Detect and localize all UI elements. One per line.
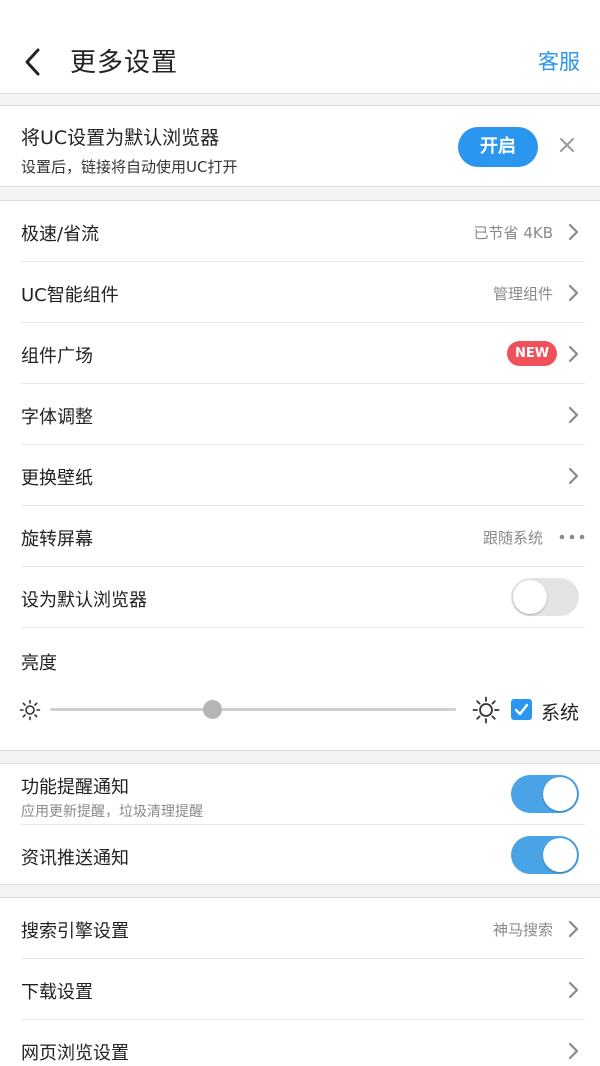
toggle-knob [543,838,577,872]
system-brightness-label: 系统 [541,702,580,724]
row-value: 管理组件 [492,285,553,303]
notif-row-feature: 功能提醒通知 应用更新提醒，垃圾清理提醒 [21,764,585,825]
settings-row-browsing[interactable]: 网页浏览设置 [21,1020,585,1066]
row-label: 字体调整 [21,407,93,428]
page-title: 更多设置 [70,48,179,78]
row-label: 功能提醒通知 [21,777,129,798]
row-value: 神马搜索 [492,921,553,939]
row-label: 组件广场 [21,346,93,367]
chevron-right-icon [568,1042,579,1060]
row-value: 已节省 4KB [473,224,553,242]
settings-row-search-engine[interactable]: 搜索引擎设置 神马搜索 [21,898,585,959]
row-label: 网页浏览设置 [21,1043,129,1064]
settings-row-wallpaper[interactable]: 更换壁纸 [21,445,585,506]
notifications-card: 功能提醒通知 应用更新提醒，垃圾清理提醒 资讯推送通知 [0,763,600,885]
chevron-right-icon [568,467,579,485]
row-label: 下载设置 [21,982,93,1003]
new-badge: NEW [507,341,557,366]
app-header: 更多设置 客服 [0,0,600,94]
settings-card: 极速/省流 已节省 4KB UC智能组件 管理组件 组件广场 NEW 字体调整 … [0,200,600,751]
close-icon[interactable] [556,134,578,156]
default-browser-toggle[interactable] [511,578,579,616]
brightness-high-icon [472,696,500,724]
more-settings-card: 搜索引擎设置 神马搜索 下载设置 网页浏览设置 [0,897,600,1066]
row-label: 资讯推送通知 [21,848,129,869]
brightness-label: 亮度 [21,653,57,674]
row-value: 跟随系统 [482,529,543,547]
settings-row-widgets[interactable]: UC智能组件 管理组件 [21,262,585,323]
chevron-right-icon [568,284,579,302]
banner-title: 将UC设置为默认浏览器 [21,127,220,149]
settings-row-default-browser: 设为默认浏览器 [21,567,585,628]
row-label: 旋转屏幕 [21,529,93,550]
settings-row-rotate[interactable]: 旋转屏幕 跟随系统 [21,506,585,567]
news-notification-toggle[interactable] [511,836,579,874]
system-brightness-checkbox[interactable] [511,699,532,720]
chevron-right-icon [568,920,579,938]
chevron-right-icon [568,406,579,424]
default-browser-banner: 将UC设置为默认浏览器 设置后，链接将自动使用UC打开 开启 [0,105,600,187]
chevron-right-icon [568,981,579,999]
brightness-low-icon [19,699,41,721]
row-label: 更换壁纸 [21,468,93,489]
customer-service-link[interactable]: 客服 [538,46,580,76]
more-dots-icon[interactable] [559,534,585,540]
settings-row-download[interactable]: 下载设置 [21,959,585,1020]
toggle-knob [543,777,577,811]
row-subtitle: 应用更新提醒，垃圾清理提醒 [21,804,203,820]
toggle-knob [513,580,547,614]
back-arrow-icon[interactable] [18,44,48,80]
settings-row-widget-square[interactable]: 组件广场 NEW [21,323,585,384]
row-label: 搜索引擎设置 [21,921,129,942]
banner-subtitle: 设置后，链接将自动使用UC打开 [21,158,238,176]
brightness-slider-thumb[interactable] [202,700,222,719]
row-label: UC智能组件 [21,285,119,306]
row-label: 极速/省流 [21,224,100,245]
brightness-slider-track[interactable] [50,708,456,711]
feature-notification-toggle[interactable] [511,775,579,813]
chevron-right-icon [568,345,579,363]
enable-button[interactable]: 开启 [458,127,538,167]
settings-row-font[interactable]: 字体调整 [21,384,585,445]
check-icon [514,703,529,716]
row-label: 设为默认浏览器 [21,590,147,611]
chevron-right-icon [568,223,579,241]
settings-row-speed[interactable]: 极速/省流 已节省 4KB [21,201,585,262]
notif-row-news: 资讯推送通知 [21,825,585,886]
